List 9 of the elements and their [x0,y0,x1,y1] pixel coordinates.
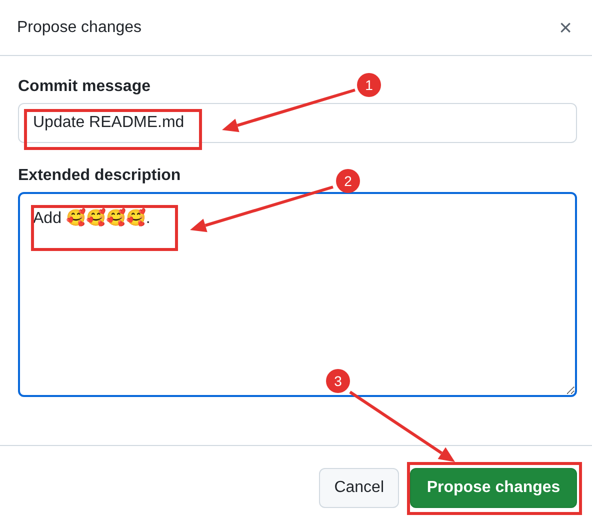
close-button[interactable]: × [555,16,576,38]
step-badge: 1 [357,73,381,97]
commit-message-field[interactable]: Update README.md [18,103,577,143]
propose-button[interactable]: Propose changes [410,468,577,508]
field-label: Commit message [18,78,150,96]
cancel-button[interactable]: Cancel [319,468,399,508]
dialog-title: Propose changes [17,18,142,36]
step-badge: 2 [336,169,360,193]
field-label: Extended description [18,167,181,185]
